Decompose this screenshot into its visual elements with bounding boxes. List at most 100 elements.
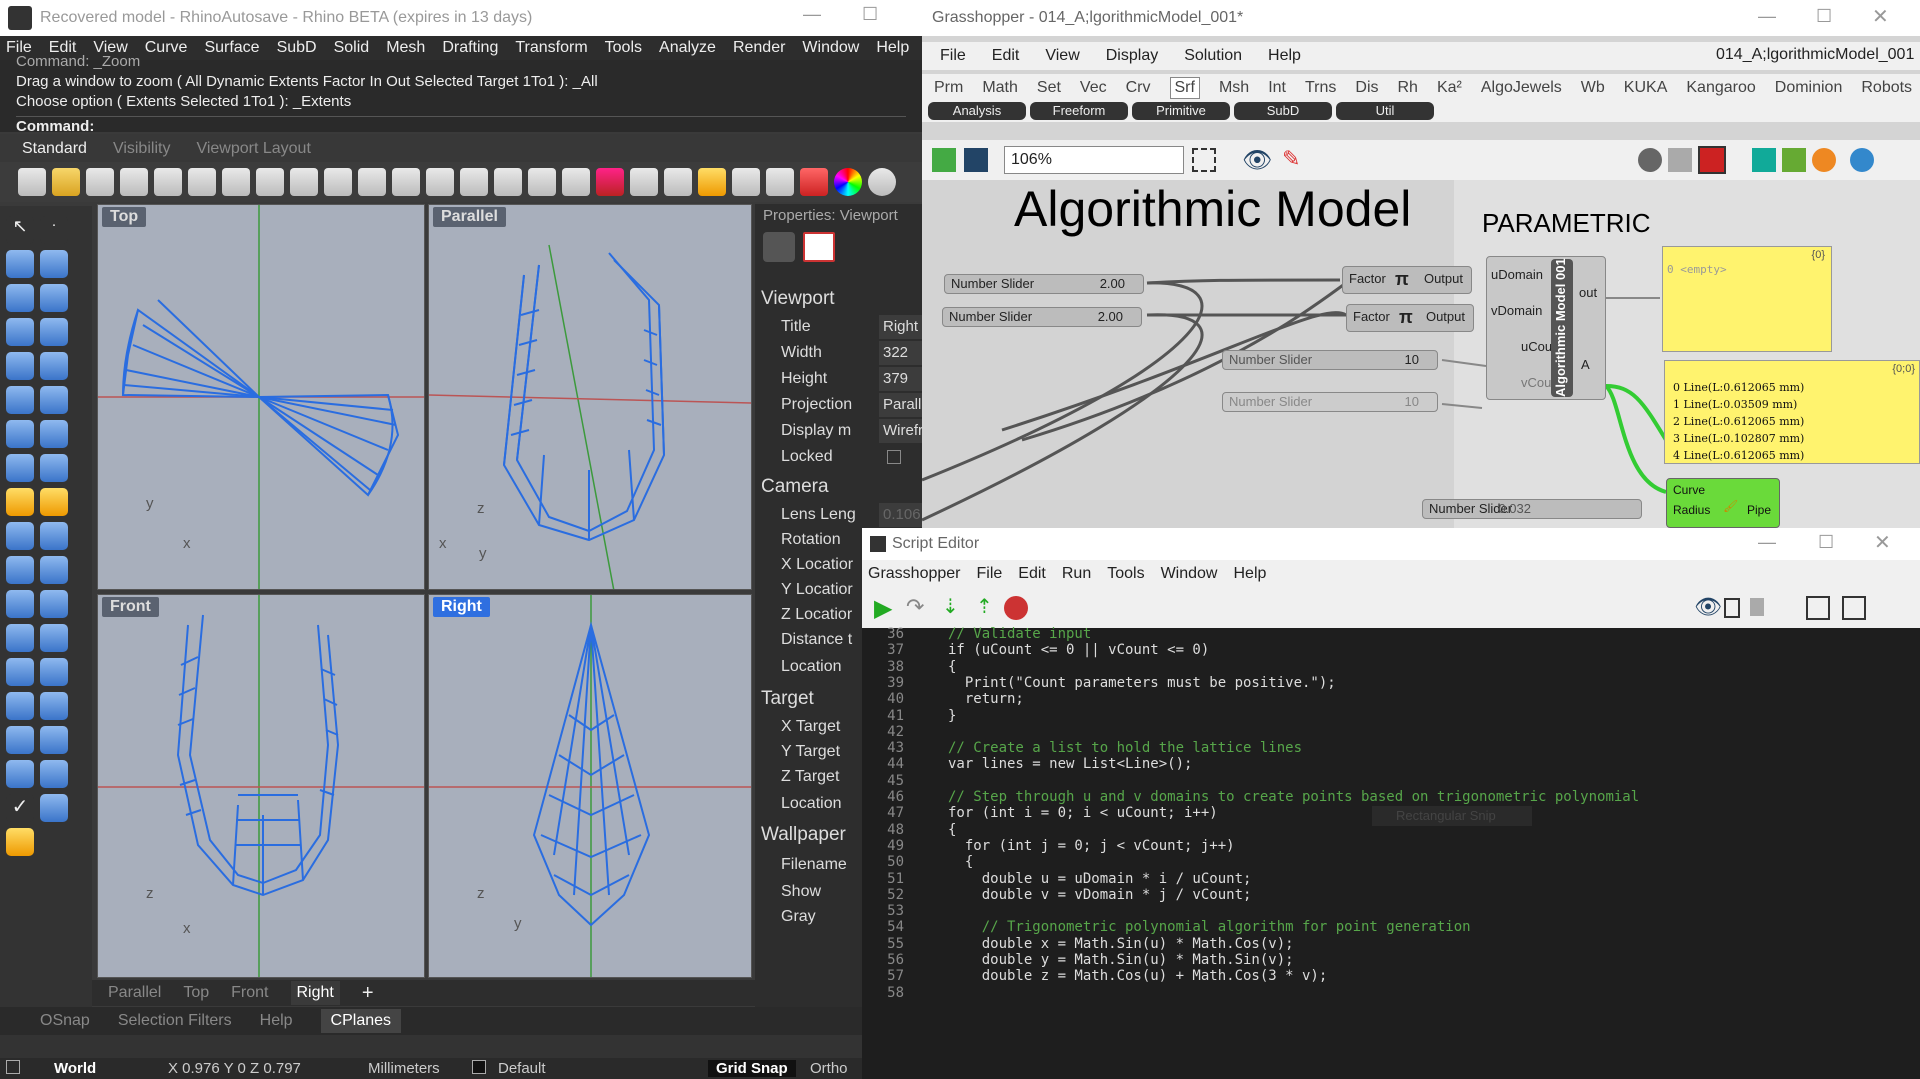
gh-tab[interactable]: Prm [934, 79, 963, 97]
select-icon[interactable] [698, 168, 726, 196]
factor-component[interactable]: Factor π Output [1342, 266, 1472, 294]
properties-icon[interactable] [154, 168, 182, 196]
zoom-select[interactable]: 106% [1004, 146, 1184, 174]
tab-osnap[interactable]: OSnap [40, 1012, 90, 1030]
se-menu-run[interactable]: Run [1062, 565, 1091, 583]
scale-icon[interactable] [40, 590, 68, 618]
gh-tab[interactable]: Dis [1355, 79, 1378, 97]
point-icon[interactable]: · [40, 216, 68, 244]
gh-subcat[interactable]: Analysis [928, 102, 1026, 120]
gh-tab[interactable]: Math [982, 79, 1018, 97]
viewport-front[interactable]: Front z x [97, 594, 425, 978]
vtab-right[interactable]: Right [290, 981, 340, 1005]
paste-icon[interactable] [256, 168, 284, 196]
minimize-icon[interactable]: — [803, 4, 821, 25]
gh-menu-help[interactable]: Help [1268, 47, 1301, 65]
zoom-extents-icon[interactable] [1192, 148, 1216, 172]
tab-standard[interactable]: Standard [22, 140, 87, 162]
ortho-toggle[interactable]: Ortho [810, 1060, 848, 1077]
boolean-icon[interactable] [40, 420, 68, 448]
open-file-icon[interactable] [932, 148, 956, 172]
gh-menu-solution[interactable]: Solution [1184, 47, 1242, 65]
algorithmic-model-component[interactable]: uDomain vDomain uCount vCount Algorithmi… [1486, 256, 1606, 400]
maximize-icon[interactable]: ☐ [1818, 532, 1834, 553]
add-viewport-icon[interactable]: + [362, 982, 374, 1005]
new-icon[interactable] [18, 168, 46, 196]
viewport-top[interactable]: Top y x [97, 204, 425, 590]
preview-wire-icon[interactable] [1668, 148, 1692, 172]
save-icon[interactable] [86, 168, 114, 196]
status-cplane[interactable]: World [54, 1060, 96, 1077]
input-vdomain[interactable]: vDomain [1491, 303, 1542, 318]
vtab-front[interactable]: Front [231, 984, 268, 1002]
gh-tab[interactable]: Crv [1126, 79, 1151, 97]
step-into-icon[interactable]: ⇣ [942, 594, 959, 619]
gh-subcat[interactable]: Primitive [1132, 102, 1230, 120]
gh-tab-srf[interactable]: Srf [1169, 77, 1200, 99]
tab-selection-filters[interactable]: Selection Filters [118, 1012, 232, 1030]
step-over-icon[interactable]: ↷ [906, 594, 924, 620]
offset-icon[interactable] [6, 386, 34, 414]
rotate-view-icon[interactable] [358, 168, 386, 196]
osnap-icon[interactable] [664, 168, 692, 196]
se-menu-grasshopper[interactable]: Grasshopper [868, 565, 961, 583]
pipe-component[interactable]: Curve Radius 🖌 Pipe [1666, 478, 1780, 528]
viewport-label[interactable]: Front [102, 597, 159, 617]
preview-off-icon[interactable] [1638, 148, 1662, 172]
undo-view-icon[interactable] [528, 168, 556, 196]
check-icon[interactable]: ✓ [6, 794, 34, 822]
gh-tab[interactable]: Vec [1080, 79, 1107, 97]
se-menu-file[interactable]: File [977, 565, 1003, 583]
gh-menu-edit[interactable]: Edit [992, 47, 1020, 65]
se-menu-help[interactable]: Help [1233, 565, 1266, 583]
gh-tab[interactable]: Wb [1581, 79, 1605, 97]
move-icon[interactable] [6, 522, 34, 550]
block-icon[interactable] [6, 658, 34, 686]
dimension-icon[interactable] [40, 624, 68, 652]
polygon-icon[interactable] [6, 318, 34, 346]
paint-icon[interactable] [6, 828, 34, 856]
gh-tab[interactable]: Int [1268, 79, 1286, 97]
gh-tab[interactable]: Robots [1861, 79, 1912, 97]
gh-subcat[interactable]: SubD [1234, 102, 1332, 120]
gh-subcat[interactable]: Util [1336, 102, 1434, 120]
save-file-icon[interactable] [964, 148, 988, 172]
se-menu-window[interactable]: Window [1161, 565, 1218, 583]
zoom-extents-icon[interactable] [460, 168, 488, 196]
split-icon[interactable] [40, 760, 68, 788]
command-prompt[interactable]: Command: [16, 118, 94, 135]
render-sphere-icon[interactable] [868, 168, 896, 196]
copy-icon[interactable] [222, 168, 250, 196]
tab-visibility[interactable]: Visibility [113, 140, 171, 162]
vtab-parallel[interactable]: Parallel [108, 984, 161, 1002]
zoom-window-icon[interactable] [426, 168, 454, 196]
gh-tab[interactable]: Trns [1305, 79, 1336, 97]
gh-tab[interactable]: Ka² [1437, 79, 1462, 97]
log-icon[interactable] [1750, 598, 1764, 616]
stop-icon[interactable] [1004, 596, 1028, 620]
polyline-icon[interactable] [6, 250, 34, 278]
tab-help[interactable]: Help [260, 1012, 293, 1030]
mesh-quality-icon[interactable] [1782, 148, 1806, 172]
cylinder-icon[interactable] [6, 454, 34, 482]
number-slider[interactable]: Number Slider 2.00 [944, 274, 1144, 294]
viewport-label[interactable]: Right [433, 597, 490, 617]
render-icon[interactable] [40, 794, 68, 822]
gh-tab[interactable]: Dominion [1775, 79, 1843, 97]
pipe-input-radius[interactable]: Radius [1673, 503, 1710, 517]
step-out-icon[interactable]: ⇡ [976, 594, 993, 619]
grid-icon[interactable] [630, 168, 658, 196]
document-icon[interactable] [1724, 598, 1740, 618]
fillet-icon[interactable] [40, 352, 68, 380]
number-slider[interactable]: Number Slider 10 [1222, 392, 1438, 412]
input-udomain[interactable]: uDomain [1491, 267, 1543, 282]
run-icon[interactable]: ▶ [874, 594, 892, 623]
box-icon[interactable] [6, 420, 34, 448]
gh-tab[interactable]: Msh [1219, 79, 1249, 97]
pan-icon[interactable] [324, 168, 352, 196]
number-slider[interactable]: Number Slider 0.032 [1422, 499, 1642, 519]
preview-shaded-icon[interactable] [1698, 146, 1726, 174]
zoom-icon[interactable] [392, 168, 420, 196]
status-toggle-icon[interactable] [6, 1060, 20, 1074]
gh-tab[interactable]: Kangaroo [1686, 79, 1755, 97]
